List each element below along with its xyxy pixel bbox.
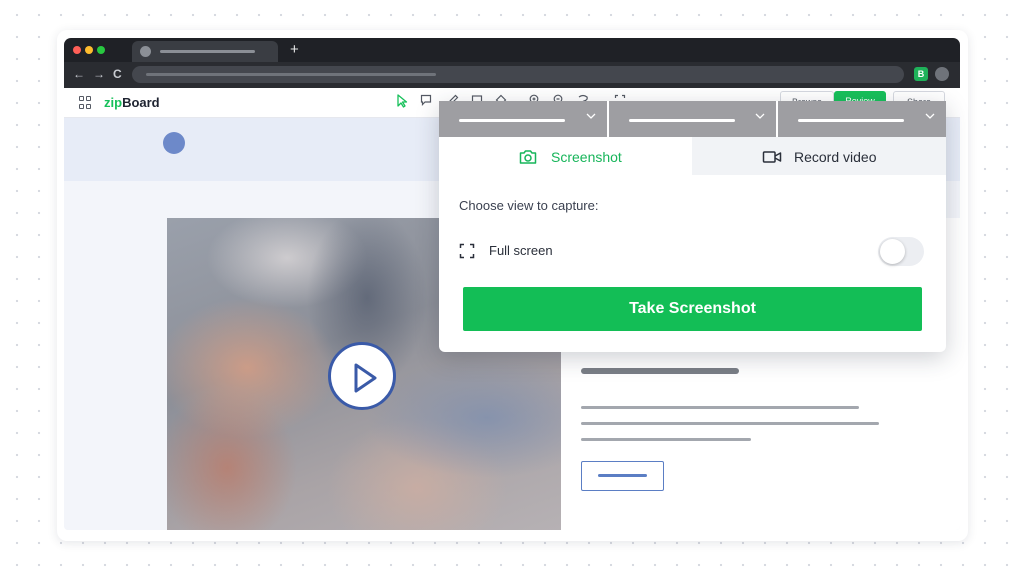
tab-record-video[interactable]: Record video (692, 137, 946, 175)
tab-screenshot[interactable]: Screenshot (439, 137, 692, 175)
text-line-placeholder (581, 438, 751, 441)
browser-tab-strip: + (64, 38, 960, 62)
dropdown-value-placeholder (628, 119, 735, 122)
back-button[interactable]: ← (73, 67, 85, 81)
full-screen-option: Full screen (459, 237, 924, 267)
cta-button-label-placeholder (598, 474, 647, 477)
minimize-window-dot[interactable] (85, 46, 93, 54)
capture-selectors (439, 101, 946, 137)
text-line-placeholder (581, 406, 859, 409)
favicon-icon (140, 46, 151, 57)
play-button[interactable] (328, 342, 396, 410)
dropdown-value-placeholder (798, 119, 905, 122)
take-screenshot-button[interactable]: Take Screenshot (463, 287, 922, 331)
brand-logo: zipBoard (104, 95, 160, 110)
maximize-window-dot[interactable] (97, 46, 105, 54)
select-cursor-icon[interactable] (396, 94, 408, 112)
new-tab-button[interactable]: + (290, 41, 299, 59)
tab-record-video-label: Record video (794, 149, 877, 165)
full-screen-toggle[interactable] (878, 237, 924, 266)
capture-mode-tabs: Screenshot Record video (439, 137, 946, 175)
chevron-down-icon (586, 113, 596, 119)
cta-button[interactable] (581, 461, 664, 491)
comment-icon[interactable] (420, 94, 432, 110)
chevron-down-icon (755, 113, 765, 119)
tab-title-placeholder (160, 50, 255, 53)
url-input[interactable] (132, 66, 904, 83)
apps-grid-icon[interactable] (79, 96, 92, 109)
heading-placeholder (581, 368, 739, 374)
capture-dropdown-2[interactable] (609, 101, 779, 137)
browser-tab[interactable] (132, 41, 278, 62)
toggle-knob (880, 239, 905, 264)
full-screen-label: Full screen (489, 243, 553, 258)
chevron-down-icon (925, 113, 935, 119)
capture-instructions: Choose view to capture: (459, 198, 599, 213)
profile-avatar[interactable] (935, 67, 949, 81)
camera-icon (519, 150, 537, 164)
play-icon (354, 363, 377, 393)
capture-dropdown-3[interactable] (778, 101, 946, 137)
capture-panel: Screenshot Record video Choose view to c… (439, 101, 946, 352)
forward-button[interactable]: → (93, 67, 105, 81)
video-camera-icon (762, 151, 782, 163)
close-window-dot[interactable] (73, 46, 81, 54)
tab-screenshot-label: Screenshot (551, 149, 622, 165)
reload-button[interactable]: C (113, 67, 122, 81)
capture-dropdown-1[interactable] (439, 101, 609, 137)
avatar (163, 132, 185, 154)
text-line-placeholder (581, 422, 879, 425)
url-placeholder (146, 73, 436, 76)
dropdown-value-placeholder (459, 119, 565, 122)
fullscreen-icon (459, 243, 475, 259)
zipboard-extension-icon[interactable]: B (914, 67, 928, 81)
browser-address-bar: ← → C B (64, 62, 960, 88)
